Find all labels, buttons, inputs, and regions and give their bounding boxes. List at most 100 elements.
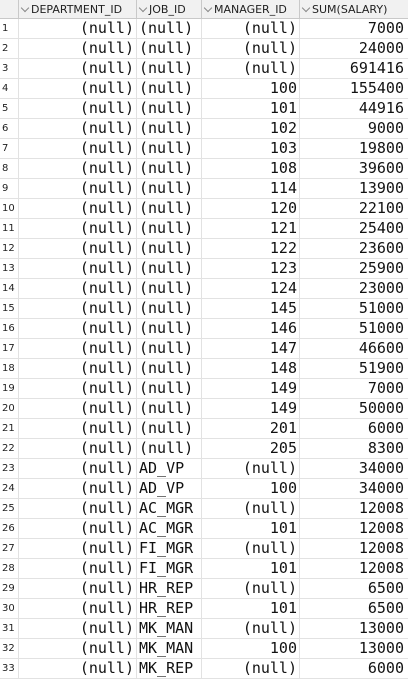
sum-salary-cell[interactable]: 8300 <box>300 439 408 458</box>
job-id-cell[interactable]: (null) <box>137 259 202 278</box>
job-id-cell[interactable]: (null) <box>137 319 202 338</box>
sum-salary-cell[interactable]: 23600 <box>300 239 408 258</box>
department-id-cell[interactable]: (null) <box>19 399 137 418</box>
department-id-cell[interactable]: (null) <box>19 619 137 638</box>
sum-salary-cell[interactable]: 25900 <box>300 259 408 278</box>
department-id-cell[interactable]: (null) <box>19 319 137 338</box>
manager-id-cell[interactable]: (null) <box>202 579 300 598</box>
job-id-cell[interactable]: AD_VP <box>137 459 202 478</box>
manager-id-cell[interactable]: 108 <box>202 159 300 178</box>
department-id-cell[interactable]: (null) <box>19 199 137 218</box>
job-id-cell[interactable]: HR_REP <box>137 599 202 618</box>
sum-salary-cell[interactable]: 7000 <box>300 19 408 38</box>
row-number[interactable]: 33 <box>0 659 19 678</box>
department-id-cell[interactable]: (null) <box>19 579 137 598</box>
table-row[interactable]: 1 (null) (null) (null) 7000 <box>0 19 408 39</box>
job-id-cell[interactable]: (null) <box>137 59 202 78</box>
row-number[interactable]: 14 <box>0 279 19 298</box>
row-number[interactable]: 26 <box>0 519 19 538</box>
sum-salary-cell[interactable]: 13000 <box>300 639 408 658</box>
row-number[interactable]: 5 <box>0 99 19 118</box>
table-row[interactable]: 29 (null) HR_REP (null) 6500 <box>0 579 408 599</box>
manager-id-cell[interactable]: (null) <box>202 539 300 558</box>
manager-id-cell[interactable]: (null) <box>202 19 300 38</box>
table-row[interactable]: 17 (null) (null) 147 46600 <box>0 339 408 359</box>
job-id-cell[interactable]: (null) <box>137 179 202 198</box>
job-id-cell[interactable]: (null) <box>137 339 202 358</box>
manager-id-cell[interactable]: 147 <box>202 339 300 358</box>
manager-id-cell[interactable]: 149 <box>202 379 300 398</box>
job-id-cell[interactable]: AC_MGR <box>137 499 202 518</box>
manager-id-cell[interactable]: 101 <box>202 599 300 618</box>
row-number[interactable]: 8 <box>0 159 19 178</box>
department-id-cell[interactable]: (null) <box>19 559 137 578</box>
department-id-cell[interactable]: (null) <box>19 439 137 458</box>
manager-id-cell[interactable]: 148 <box>202 359 300 378</box>
sum-salary-cell[interactable]: 6000 <box>300 659 408 678</box>
sum-salary-cell[interactable]: 12008 <box>300 539 408 558</box>
row-number[interactable]: 10 <box>0 199 19 218</box>
table-row[interactable]: 28 (null) FI_MGR 101 12008 <box>0 559 408 579</box>
row-number[interactable]: 18 <box>0 359 19 378</box>
manager-id-cell[interactable]: (null) <box>202 499 300 518</box>
row-number[interactable]: 19 <box>0 379 19 398</box>
sum-salary-cell[interactable]: 12008 <box>300 519 408 538</box>
row-number[interactable]: 3 <box>0 59 19 78</box>
column-header-department-id[interactable]: DEPARTMENT_ID <box>19 0 137 18</box>
table-row[interactable]: 12 (null) (null) 122 23600 <box>0 239 408 259</box>
row-number[interactable]: 6 <box>0 119 19 138</box>
job-id-cell[interactable]: (null) <box>137 239 202 258</box>
manager-id-cell[interactable]: 101 <box>202 559 300 578</box>
column-header-sum-salary[interactable]: SUM(SALARY) <box>300 0 408 18</box>
sum-salary-cell[interactable]: 6500 <box>300 599 408 618</box>
manager-id-cell[interactable]: 100 <box>202 479 300 498</box>
manager-id-cell[interactable]: 201 <box>202 419 300 438</box>
row-number[interactable]: 11 <box>0 219 19 238</box>
table-row[interactable]: 18 (null) (null) 148 51900 <box>0 359 408 379</box>
sum-salary-cell[interactable]: 39600 <box>300 159 408 178</box>
department-id-cell[interactable]: (null) <box>19 79 137 98</box>
job-id-cell[interactable]: (null) <box>137 19 202 38</box>
table-row[interactable]: 10 (null) (null) 120 22100 <box>0 199 408 219</box>
manager-id-cell[interactable]: 121 <box>202 219 300 238</box>
job-id-cell[interactable]: MK_MAN <box>137 619 202 638</box>
department-id-cell[interactable]: (null) <box>19 179 137 198</box>
table-row[interactable]: 19 (null) (null) 149 7000 <box>0 379 408 399</box>
table-row[interactable]: 5 (null) (null) 101 44916 <box>0 99 408 119</box>
sum-salary-cell[interactable]: 155400 <box>300 79 408 98</box>
job-id-cell[interactable]: HR_REP <box>137 579 202 598</box>
manager-id-cell[interactable]: 100 <box>202 639 300 658</box>
sum-salary-cell[interactable]: 7000 <box>300 379 408 398</box>
row-number[interactable]: 23 <box>0 459 19 478</box>
sum-salary-cell[interactable]: 691416 <box>300 59 408 78</box>
table-row[interactable]: 20 (null) (null) 149 50000 <box>0 399 408 419</box>
job-id-cell[interactable]: FI_MGR <box>137 539 202 558</box>
table-row[interactable]: 22 (null) (null) 205 8300 <box>0 439 408 459</box>
manager-id-cell[interactable]: (null) <box>202 459 300 478</box>
job-id-cell[interactable]: (null) <box>137 99 202 118</box>
job-id-cell[interactable]: (null) <box>137 439 202 458</box>
row-number[interactable]: 31 <box>0 619 19 638</box>
sum-salary-cell[interactable]: 6500 <box>300 579 408 598</box>
manager-id-cell[interactable]: 149 <box>202 399 300 418</box>
job-id-cell[interactable]: MK_REP <box>137 659 202 678</box>
sum-salary-cell[interactable]: 51900 <box>300 359 408 378</box>
manager-id-cell[interactable]: 102 <box>202 119 300 138</box>
row-number[interactable]: 21 <box>0 419 19 438</box>
job-id-cell[interactable]: (null) <box>137 199 202 218</box>
sum-salary-cell[interactable]: 23000 <box>300 279 408 298</box>
table-row[interactable]: 6 (null) (null) 102 9000 <box>0 119 408 139</box>
department-id-cell[interactable]: (null) <box>19 379 137 398</box>
job-id-cell[interactable]: (null) <box>137 219 202 238</box>
manager-id-cell[interactable]: 146 <box>202 319 300 338</box>
department-id-cell[interactable]: (null) <box>19 359 137 378</box>
sum-salary-cell[interactable]: 34000 <box>300 459 408 478</box>
row-number[interactable]: 12 <box>0 239 19 258</box>
table-row[interactable]: 21 (null) (null) 201 6000 <box>0 419 408 439</box>
sum-salary-cell[interactable]: 13000 <box>300 619 408 638</box>
job-id-cell[interactable]: (null) <box>137 399 202 418</box>
row-number[interactable]: 1 <box>0 19 19 38</box>
row-number[interactable]: 28 <box>0 559 19 578</box>
manager-id-cell[interactable]: (null) <box>202 39 300 58</box>
row-number[interactable]: 7 <box>0 139 19 158</box>
